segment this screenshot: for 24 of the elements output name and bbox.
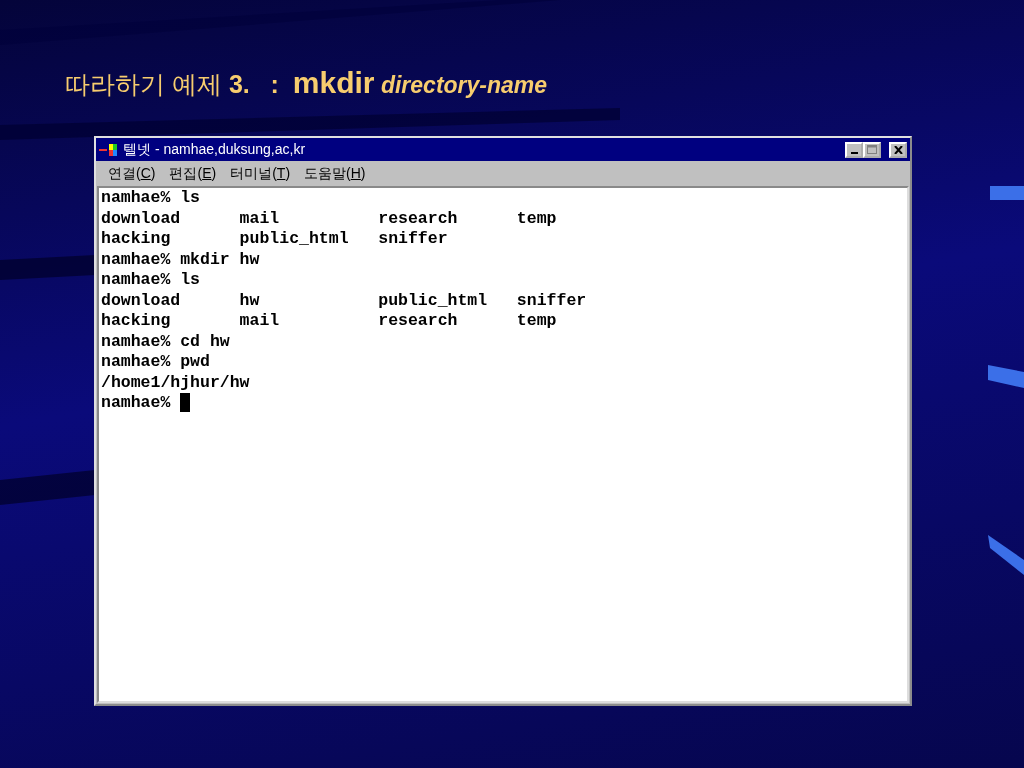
close-icon (893, 145, 903, 154)
app-icon (99, 142, 119, 157)
minimize-button[interactable] (845, 141, 863, 158)
terminal-line: namhae% pwd (101, 352, 210, 373)
maximize-button[interactable] (863, 141, 881, 158)
slide-title: 따라하기 예제 3. : mkdir directory-name (64, 65, 549, 101)
minimize-icon (850, 151, 858, 154)
terminal-line: namhae% mkdir hw (101, 249, 260, 270)
maximize-icon (867, 145, 877, 154)
terminal-line: namhae% cd hw (101, 331, 230, 352)
terminal-line: hacking public_html sniffer (101, 229, 448, 250)
menu-item[interactable]: 연결(C) (102, 163, 162, 184)
window-title: 텔넷 - namhae,duksung,ac,kr (123, 140, 306, 159)
terminal-line: namhae% (101, 393, 172, 414)
terminal-line: download hw public_html sniffer (101, 290, 587, 311)
close-button[interactable] (889, 141, 907, 158)
terminal-line: /home1/hjhur/hw (101, 372, 250, 393)
terminal-line: namhae% ls (101, 270, 201, 291)
menu-item[interactable]: 터미널(T) (224, 163, 297, 184)
terminal-line: hacking mail research temp (101, 311, 557, 332)
menu-item[interactable]: 편집(E) (163, 163, 223, 184)
terminal-line: namhae% ls (101, 188, 201, 209)
menu-item[interactable]: 도움말(H) (298, 163, 372, 184)
terminal-line: download mail research temp (101, 208, 557, 229)
